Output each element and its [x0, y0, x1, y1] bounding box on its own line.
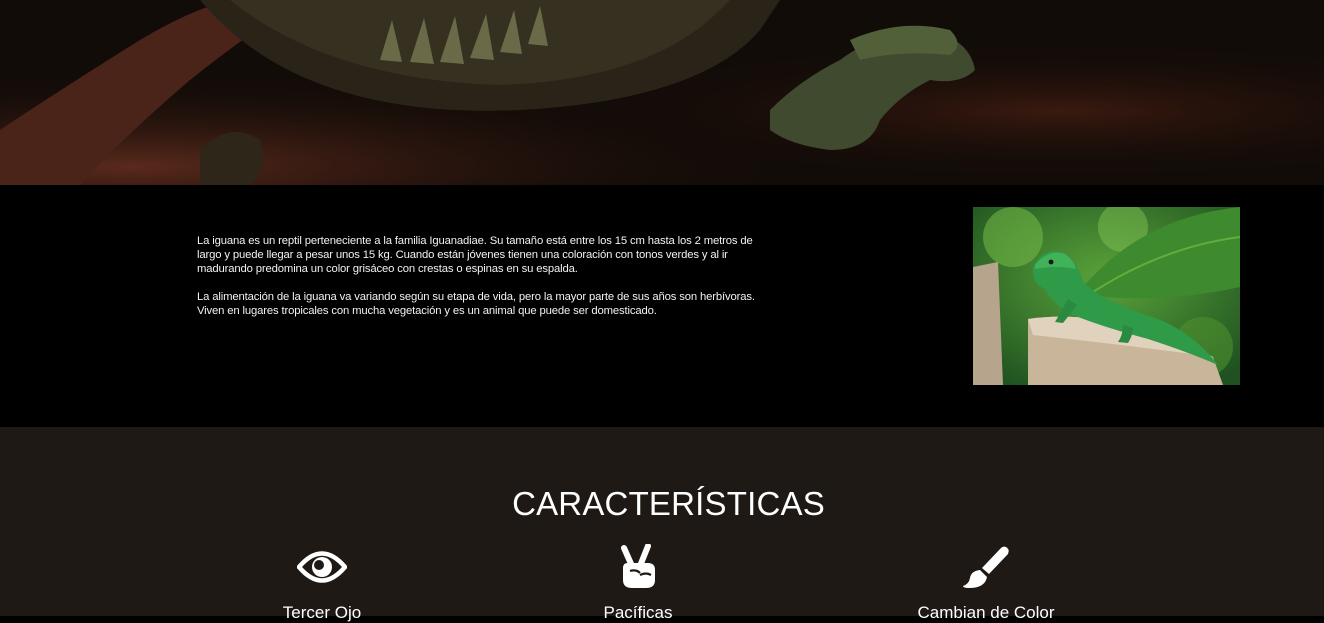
intro-paragraph: La alimentación de la iguana va variando… [197, 291, 755, 317]
intro-paragraph: La iguana es un reptil perteneciente a l… [197, 235, 753, 275]
feature-label: Cambian de Color [917, 603, 1055, 622]
iguana-photo [973, 207, 1240, 385]
feature-third-eye: Tercer Ojo [202, 544, 442, 623]
paintbrush-icon [963, 546, 1009, 588]
feature-label: Tercer Ojo [282, 603, 362, 622]
peace-hand-icon [621, 544, 655, 588]
features-title: CARACTERÍSTICAS [512, 485, 825, 522]
intro-section: La iguana es un reptil perteneciente a l… [0, 185, 1324, 427]
eye-icon [297, 551, 347, 583]
hero-banner [0, 0, 1324, 185]
intro-text: La iguana es un reptil perteneciente a l… [197, 234, 759, 332]
features-section: CARACTERÍSTICAS Tercer Ojo Pacíficas Cam… [0, 427, 1324, 622]
feature-peaceful: Pacíficas [518, 544, 758, 623]
hero-iguana-image [0, 0, 1324, 185]
feature-change-color: Cambian de Color [866, 544, 1106, 623]
feature-label: Pacíficas [603, 603, 673, 622]
